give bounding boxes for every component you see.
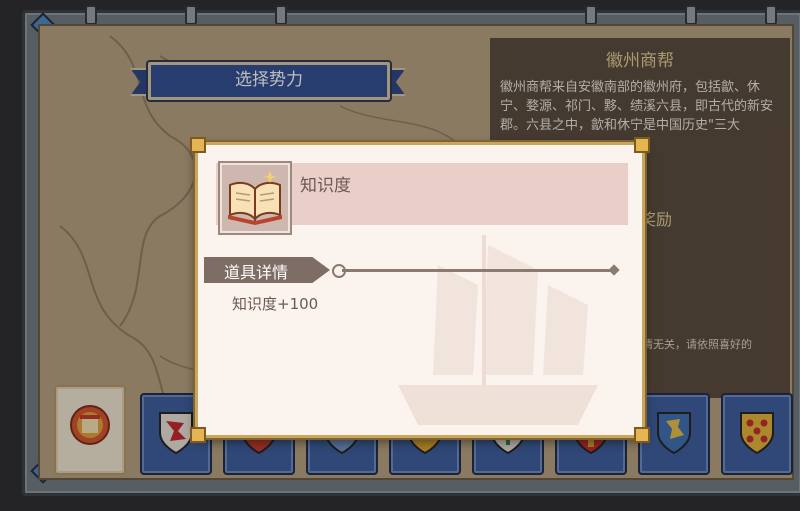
popup-corner — [634, 137, 650, 153]
item-description: 知识度+100 — [232, 295, 319, 313]
item-name: 知识度 — [300, 176, 351, 196]
item-icon-frame — [218, 161, 292, 235]
game-screen: 选择势力 徽州商帮 徽州商帮来自安徽南部的徽州府，包括歙、休宁、婺源、祁门、黟、… — [0, 0, 800, 511]
open-book-icon — [228, 171, 282, 225]
ship-watermark — [398, 235, 598, 425]
popup-corner — [634, 427, 650, 443]
section-divider — [342, 269, 612, 272]
popup-corner — [190, 137, 206, 153]
item-detail-popup: 知识度 道具详情 知识度+100 — [190, 137, 650, 443]
popup-corner — [190, 427, 206, 443]
section-label: 道具详情 — [224, 263, 289, 282]
